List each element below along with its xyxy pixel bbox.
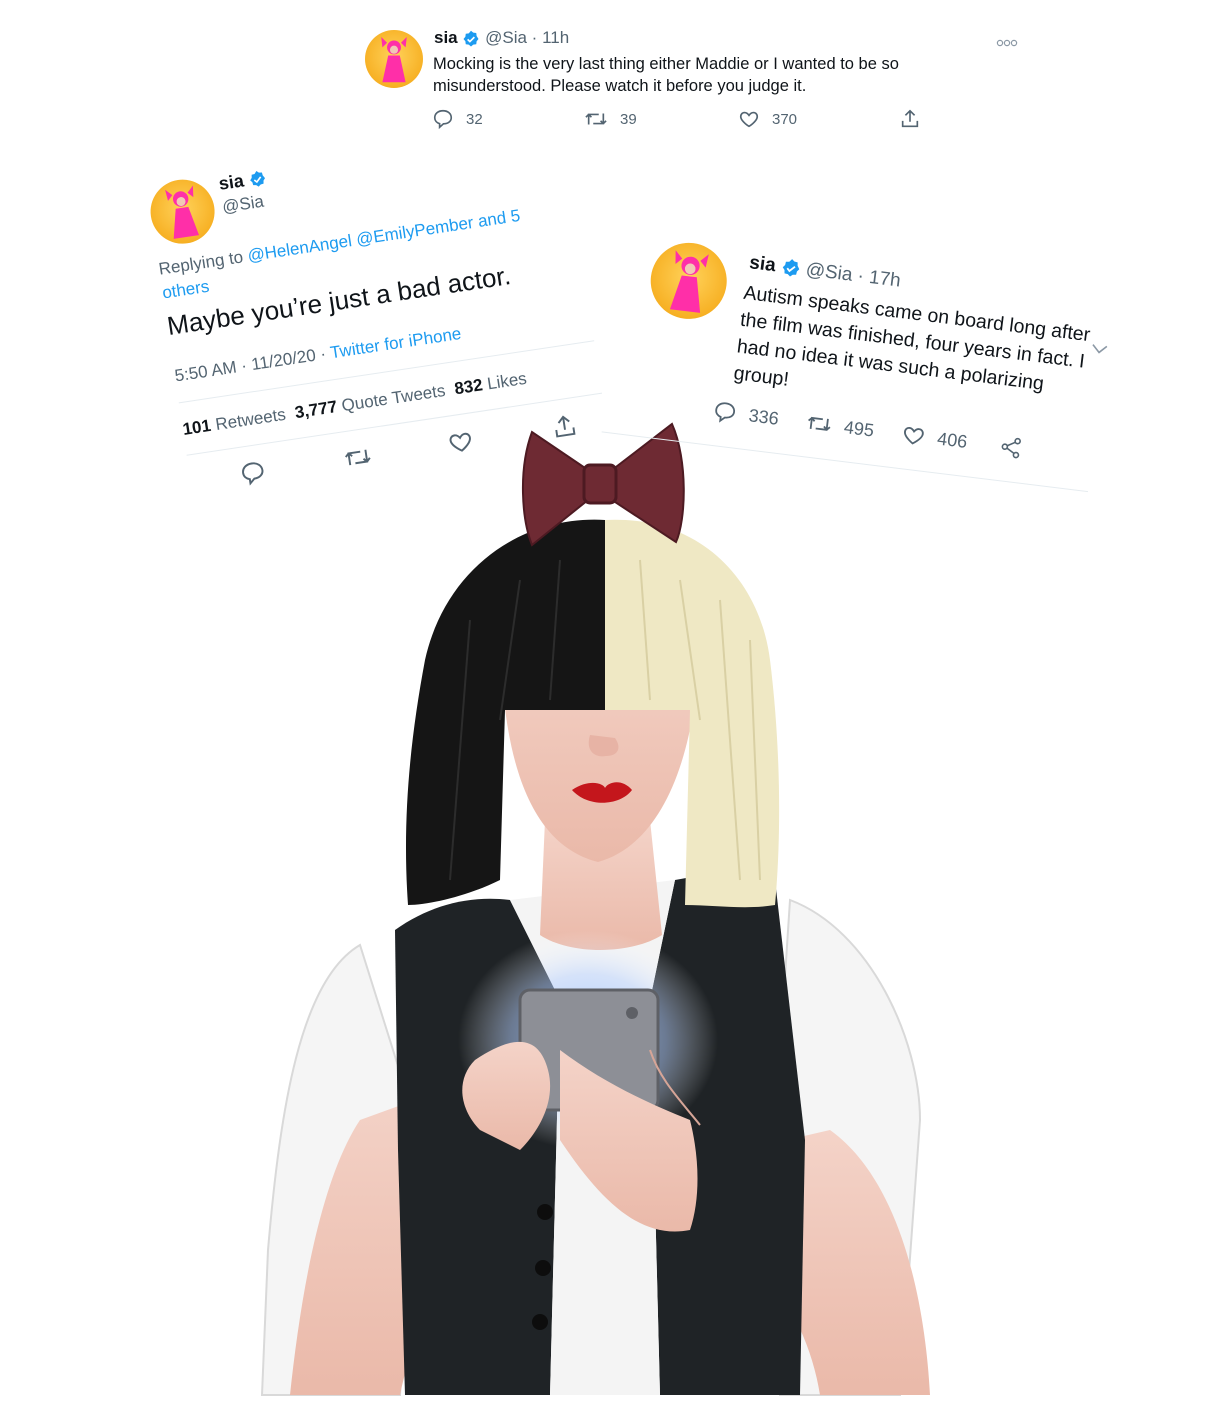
separator-dot: ·	[856, 265, 866, 288]
tweet-left[interactable]: sia @Sia Replying to @HelenAngel @EmilyP…	[144, 106, 636, 489]
like-button[interactable]: 370	[738, 108, 797, 130]
timestamp[interactable]: 5:50 AM · 11/20/20 ·	[173, 343, 331, 385]
separator-dot: ·	[531, 28, 538, 47]
like-label[interactable]: Likes	[486, 369, 528, 394]
more-icon[interactable]	[996, 34, 1018, 52]
profile-figure-icon	[165, 185, 200, 239]
reply-icon	[242, 462, 264, 486]
retweet-count: 495	[842, 416, 876, 441]
retweet-count: 39	[620, 110, 637, 128]
retweet-count[interactable]: 101	[181, 416, 212, 439]
like-icon	[739, 111, 759, 128]
replying-prefix: Replying to	[157, 247, 245, 279]
like-count[interactable]: 832	[453, 375, 484, 398]
display-name[interactable]: sia	[217, 170, 245, 193]
quote-label[interactable]: Quote Tweets	[340, 381, 446, 415]
handle[interactable]: @Sia	[485, 28, 527, 47]
retweet-icon	[345, 449, 371, 466]
share-button[interactable]	[550, 412, 580, 442]
timestamp[interactable]: 17h	[868, 267, 902, 292]
avatar[interactable]	[365, 30, 423, 88]
display-name[interactable]: sia	[434, 28, 458, 47]
tweet-header: sia @Sia · 11h	[434, 28, 569, 48]
share-button[interactable]	[899, 108, 921, 130]
name-line: sia	[217, 167, 268, 195]
share-icon	[901, 109, 919, 128]
timestamp[interactable]: 11h	[542, 28, 569, 47]
handle[interactable]: @Sia	[221, 192, 265, 218]
reply-button[interactable]: 336	[712, 399, 780, 431]
reply-icon	[715, 402, 736, 423]
share-icon	[555, 415, 576, 438]
like-count: 406	[936, 427, 969, 452]
like-count: 370	[772, 110, 798, 128]
profile-figure-icon	[381, 36, 407, 83]
display-name[interactable]: sia	[748, 252, 777, 276]
retweet-button[interactable]: 495	[805, 410, 875, 442]
retweet-icon	[808, 416, 831, 431]
verified-badge-icon	[463, 30, 479, 47]
profile-figure-icon	[669, 250, 709, 313]
avatar[interactable]	[146, 175, 219, 249]
reply-button[interactable]	[238, 458, 268, 488]
verified-badge-icon	[250, 171, 266, 187]
share-icon	[1001, 437, 1021, 459]
verified-badge-icon	[782, 259, 800, 277]
like-icon	[904, 427, 924, 445]
tweet-text: Autism speaks came on board long after t…	[732, 281, 1092, 395]
retweet-button[interactable]	[342, 443, 374, 473]
like-icon	[449, 432, 471, 452]
retweet-label[interactable]: Retweets	[214, 405, 287, 434]
like-button[interactable]	[446, 427, 476, 457]
tweet-text: Mocking is the very last thing either Ma…	[433, 55, 899, 95]
share-button[interactable]	[997, 434, 1024, 461]
source-link[interactable]: Twitter for iPhone	[329, 324, 463, 362]
handle[interactable]: @Sia	[805, 259, 854, 286]
like-button[interactable]: 406	[900, 422, 968, 454]
quote-count[interactable]: 3,777	[294, 397, 339, 422]
reply-count: 336	[747, 404, 780, 429]
avatar[interactable]	[646, 238, 732, 324]
